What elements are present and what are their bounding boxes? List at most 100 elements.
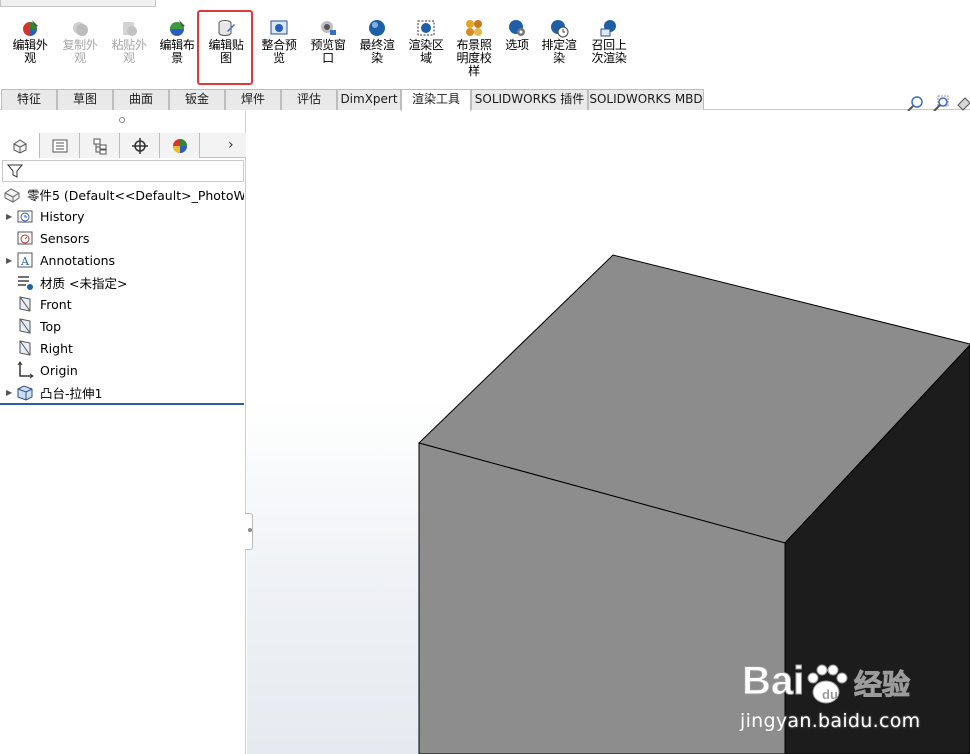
tree-item-front-plane[interactable]: Front: [0, 293, 244, 315]
tree-root-part[interactable]: 零件5 (Default<<Default>_PhotoWorks: [0, 183, 244, 205]
tree-item-right-plane[interactable]: Right: [0, 337, 244, 359]
boss-extrude-icon: [16, 383, 34, 401]
copy-appearance-label: 复制外 观: [62, 38, 98, 65]
render-region-button[interactable]: 渲染区 域: [404, 18, 448, 65]
plane-icon: [16, 339, 34, 357]
filter-icon: [7, 164, 23, 178]
tree-item-sensors[interactable]: Sensors: [0, 227, 244, 249]
featuremanager-icon: [13, 138, 26, 154]
tab-dimxpert[interactable]: DimXpert: [337, 89, 401, 110]
tree-item-label: History: [40, 208, 85, 224]
tab-surfaces[interactable]: 曲面: [113, 89, 169, 110]
tab-sheet-metal[interactable]: 钣金: [169, 89, 225, 110]
sensors-icon: [16, 229, 34, 247]
panel-grip[interactable]: [119, 117, 125, 123]
chevron-right-icon[interactable]: ›: [228, 137, 234, 153]
svg-text:Bai: Bai: [742, 659, 804, 703]
plane-icon: [16, 317, 34, 335]
svg-text:A: A: [20, 255, 30, 268]
render-region-icon: [416, 18, 436, 38]
expand-arrow-icon[interactable]: ▶: [6, 256, 16, 265]
paste-appearance-icon: [119, 18, 139, 38]
schedule-render-label: 排定渲 染: [541, 38, 577, 65]
watermark-url: jingyan.baidu.com: [740, 710, 921, 732]
tab-render-tools[interactable]: 渲染工具: [401, 89, 471, 111]
preview-window-icon: [318, 18, 338, 38]
integrated-preview-icon: [269, 18, 289, 38]
part-icon: [3, 185, 21, 203]
tab-features[interactable]: 特征: [1, 89, 57, 110]
final-render-label: 最终渲 染: [359, 38, 395, 65]
tree-item-label: Annotations: [40, 252, 116, 268]
schedule-render-icon: [549, 18, 569, 38]
recall-last-render-button[interactable]: 召回上 次渲染: [587, 18, 631, 65]
svg-text:du: du: [822, 687, 838, 702]
render-region-label: 渲染区 域: [408, 38, 444, 65]
command-manager-ribbon: 编辑外 观 复制外 观 粘贴外 观 编辑布 景 编辑贴 图 整合预 览 预览窗 …: [0, 0, 970, 89]
tree-item-origin[interactable]: Origin: [0, 359, 244, 381]
tree-item-label: 凸台-拉伸1: [40, 385, 103, 401]
propertymanager-icon: [52, 139, 67, 152]
expand-arrow-icon[interactable]: ▶: [6, 212, 16, 221]
scene-illumination-proof-button[interactable]: 布景照 明度校 样: [452, 18, 496, 78]
tree-item-label: Top: [40, 318, 62, 334]
tab-solidworks-mbd[interactable]: SOLIDWORKS MBD: [588, 89, 704, 110]
configurationmanager-tab[interactable]: [80, 133, 120, 158]
dimxpertmanager-tab[interactable]: [120, 133, 160, 158]
tab-weldments[interactable]: 焊件: [225, 89, 281, 110]
displaymanager-icon: [172, 138, 187, 153]
final-render-icon: [367, 18, 387, 38]
options-button[interactable]: 选项: [501, 18, 533, 52]
edit-scene-icon: [167, 18, 187, 38]
tree-item-label: 材质 <未指定>: [40, 275, 128, 291]
schedule-render-button[interactable]: 排定渲 染: [537, 18, 581, 65]
tree-item-material[interactable]: 材质 <未指定>: [0, 271, 244, 293]
tab-solidworks-addins[interactable]: SOLIDWORKS 插件: [471, 89, 588, 110]
rollback-bar[interactable]: [0, 403, 244, 405]
scene-illumination-proof-label: 布景照 明度校 样: [456, 38, 492, 78]
paste-appearance-label: 粘贴外 观: [111, 38, 147, 65]
material-icon: [16, 273, 34, 291]
dimxpertmanager-icon: [131, 137, 148, 154]
tree-item-label: Sensors: [40, 230, 90, 246]
tree-item-top-plane[interactable]: Top: [0, 315, 244, 337]
baidu-logo: Bai du 经验: [742, 659, 911, 704]
copy-appearance-icon: [70, 18, 90, 38]
integrated-preview-button[interactable]: 整合预 览: [257, 18, 301, 65]
displaymanager-tab[interactable]: [160, 133, 200, 158]
paste-appearance-button[interactable]: 粘贴外 观: [107, 18, 151, 65]
preview-window-button[interactable]: 预览窗 口: [306, 18, 350, 65]
tree-item-label: Front: [40, 296, 72, 312]
recall-last-render-icon: [599, 18, 619, 38]
edit-appearance-label: 编辑外 观: [12, 38, 48, 65]
tab-sketch[interactable]: 草图: [57, 89, 113, 110]
options-icon: [507, 18, 527, 38]
svg-text:经验: 经验: [854, 668, 910, 701]
featuremanager-tab[interactable]: [0, 133, 40, 158]
tree-item-history[interactable]: ▶ History: [0, 205, 244, 227]
edit-scene-button[interactable]: 编辑布 景: [157, 18, 197, 65]
manager-tabs: [0, 133, 246, 158]
recall-last-render-label: 召回上 次渲染: [591, 38, 627, 65]
tree-item-label: Origin: [40, 362, 78, 378]
origin-icon: [16, 361, 34, 379]
ribbon-top-tab: [0, 0, 156, 7]
propertymanager-tab[interactable]: [40, 133, 80, 158]
baidu-jingyan-watermark: Bai du 经验 jingyan.baidu.com: [740, 648, 960, 738]
collapse-handle-dot: [248, 528, 252, 532]
expand-arrow-icon[interactable]: ▶: [6, 388, 16, 397]
configurationmanager-icon: [93, 138, 106, 154]
tab-evaluate[interactable]: 评估: [281, 89, 337, 110]
preview-window-label: 预览窗 口: [310, 38, 346, 65]
tree-item-annotations[interactable]: ▶ A Annotations: [0, 249, 244, 271]
edit-scene-label: 编辑布 景: [159, 38, 195, 65]
tree-item-boss-extrude[interactable]: ▶ 凸台-拉伸1: [0, 381, 244, 403]
edit-decal-highlight: [197, 10, 253, 85]
final-render-button[interactable]: 最终渲 染: [355, 18, 399, 65]
edit-appearance-button[interactable]: 编辑外 观: [10, 18, 50, 65]
scene-illumination-proof-icon: [464, 18, 484, 38]
edit-appearance-icon: [20, 18, 40, 38]
tree-filter-field[interactable]: [2, 160, 244, 182]
copy-appearance-button[interactable]: 复制外 观: [58, 18, 102, 65]
tree-root-label: 零件5 (Default<<Default>_PhotoWorks: [27, 187, 244, 203]
